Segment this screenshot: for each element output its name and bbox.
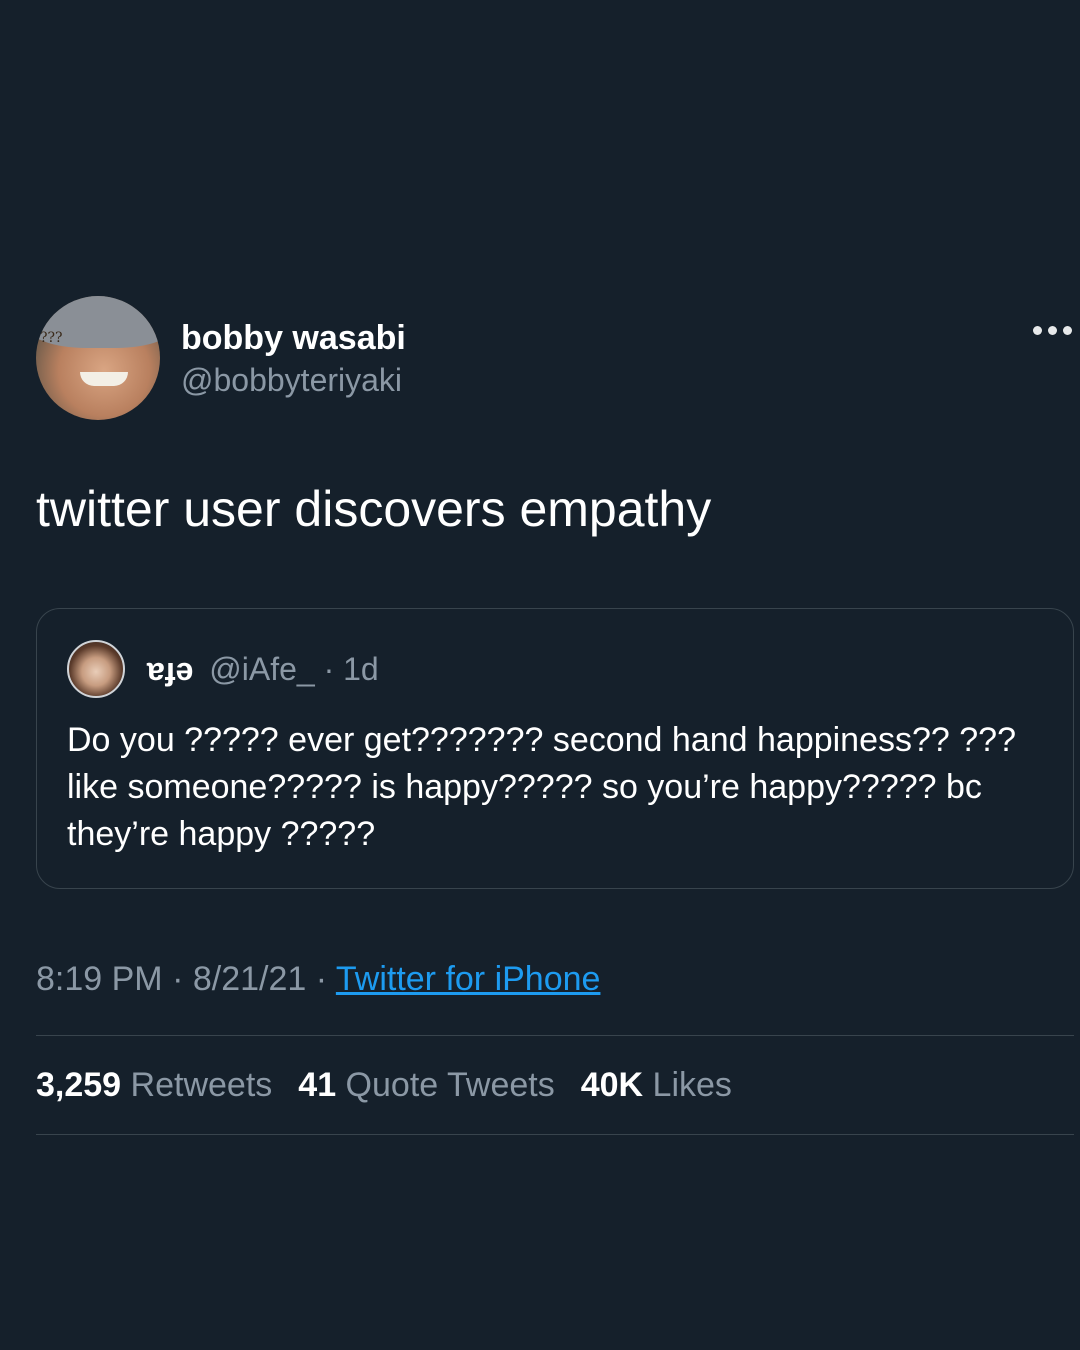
engagement-stats: 3,259 Retweets 41 Quote Tweets 40K Likes [36, 1036, 1074, 1134]
avatar-smile [80, 372, 128, 386]
quoted-tweet[interactable]: ɐɟǝ @iAfe_ · 1d Do you ????? ever get???… [36, 608, 1074, 889]
more-dot [1063, 326, 1072, 335]
retweets-stat[interactable]: 3,259 Retweets [36, 1066, 272, 1105]
author-names: bobby wasabi @bobbyteriyaki [181, 318, 406, 402]
timestamp[interactable]: 8:19 PM · 8/21/21 · [36, 960, 336, 998]
quote-tweets-stat[interactable]: 41 Quote Tweets [298, 1066, 554, 1105]
divider [36, 1134, 1074, 1135]
likes-count: 40K [580, 1065, 644, 1104]
more-dot [1048, 326, 1057, 335]
source-link[interactable]: Twitter for iPhone [336, 960, 601, 998]
likes-label: Likes [643, 1065, 732, 1104]
quoted-author-display-name: ɐɟǝ [147, 650, 194, 687]
author-avatar[interactable]: ??? [36, 296, 160, 420]
tweet: ??? bobby wasabi @bobbyteriyaki twitter … [36, 296, 1074, 1135]
tweet-text: twitter user discovers empathy [36, 481, 712, 537]
quoted-tweet-text: Do you ????? ever get??????? second hand… [67, 721, 1016, 853]
page: { "tweet": { "display_name": "bobby wasa… [0, 0, 1080, 1350]
quote-tweets-label: Quote Tweets [336, 1065, 555, 1104]
timestamp-row: 8:19 PM · 8/21/21 · Twitter for iPhone [36, 959, 1074, 999]
quoted-author-meta: @iAfe_ · 1d [209, 650, 379, 687]
more-dot [1033, 326, 1042, 335]
author-display-name[interactable]: bobby wasabi [181, 318, 406, 358]
more-options-icon[interactable] [1033, 326, 1072, 335]
likes-stat[interactable]: 40K Likes [581, 1066, 732, 1105]
retweets-label: Retweets [121, 1065, 273, 1104]
retweets-count: 3,259 [36, 1065, 122, 1104]
author-handle[interactable]: @bobbyteriyaki [181, 358, 406, 402]
quoted-author-avatar[interactable] [67, 640, 125, 698]
quote-tweets-count: 41 [298, 1065, 337, 1104]
tweet-header: ??? bobby wasabi @bobbyteriyaki [36, 296, 1074, 422]
avatar-overlay-text: ??? [40, 330, 63, 346]
quoted-tweet-header: ɐɟǝ @iAfe_ · 1d [67, 639, 1043, 699]
